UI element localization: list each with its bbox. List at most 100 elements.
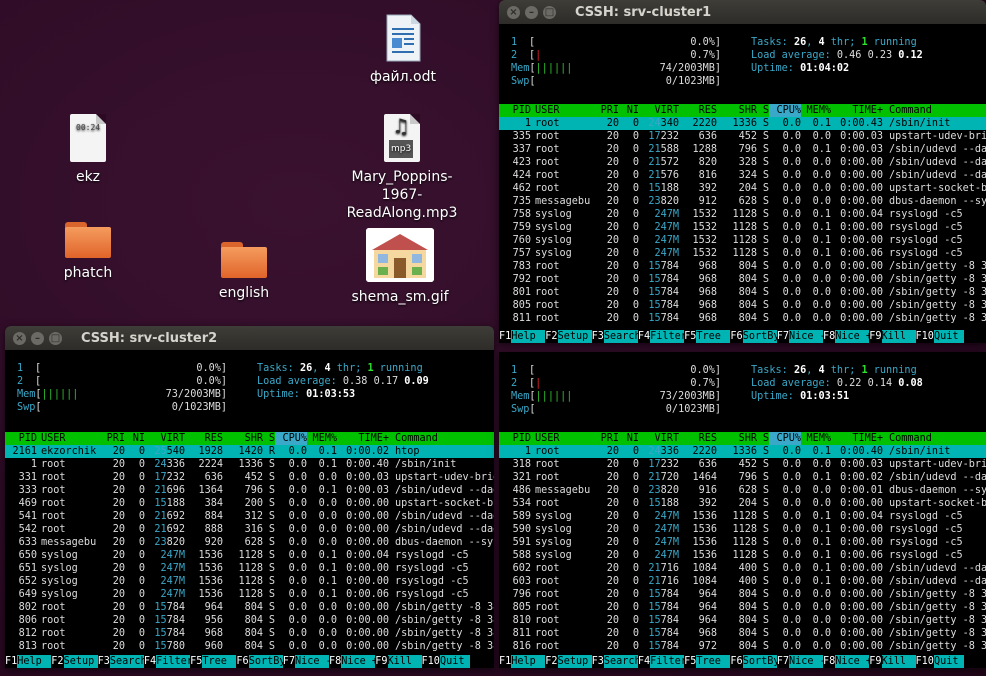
minimize-icon[interactable]: –	[31, 331, 44, 345]
fkey-label-setup[interactable]: Setup	[557, 655, 592, 668]
column-header-user[interactable]: USER	[531, 104, 595, 117]
fkey-f9[interactable]: F9	[869, 330, 881, 343]
process-row[interactable]: 333 root 20 0 21696 1364 796 S 0.0 0.1 0:00.03/sbi…	[5, 484, 494, 497]
column-header-shr[interactable]: SHR	[223, 432, 263, 445]
column-header-mem[interactable]: MEM%	[801, 432, 831, 445]
fkey-f9[interactable]: F9	[869, 655, 881, 668]
process-row[interactable]: 813 root 20 0 15780 960 804 S 0.0 0.0 0:00.00/sbin…	[5, 640, 494, 653]
fkey-label-sortby[interactable]: SortBy	[248, 655, 286, 668]
process-row[interactable]: 486 messagebu 20 0 23820 916 628 S 0.0 0.0 0:00.01…	[499, 484, 986, 497]
desktop-icon-gif[interactable]: shema_sm.gif	[345, 228, 455, 306]
fkey-f2[interactable]: F2	[545, 655, 557, 668]
fkey-label-nice[interactable]: Nice -	[788, 330, 826, 343]
column-header-user[interactable]: USER	[37, 432, 101, 445]
column-header-time[interactable]: TIME+	[831, 104, 883, 117]
column-header-s[interactable]: S	[757, 104, 769, 117]
process-row[interactable]: 423 root 20 0 21572 820 328 S 0.0 0.0 0:00.00/sbin…	[499, 156, 986, 169]
process-row[interactable]: 759 syslog 20 0 247M 1532 1128 S 0.0 0.1 0:00.00 rs…	[499, 221, 986, 234]
column-header-s[interactable]: S	[757, 432, 769, 445]
terminal-window-cluster2[interactable]: × – □ CSSH: srv-cluster2 1[0.0%] 2[0.0%] Mem[|…	[5, 326, 494, 668]
column-header-res[interactable]: RES	[679, 104, 717, 117]
fkey-label-help[interactable]: Help	[17, 655, 52, 668]
process-row[interactable]: 735 messagebu 20 0 23820 912 628 S 0.0 0.0 0:00.00…	[499, 195, 986, 208]
fkey-f3[interactable]: F3	[98, 655, 110, 668]
process-row[interactable]: 811 root 20 0 15784 968 804 S 0.0 0.0 0:00.00/sbin…	[499, 627, 986, 640]
process-row[interactable]: 811 root 20 0 15784 968 804 S 0.0 0.0 0:00.00/sbin…	[499, 312, 986, 325]
fkey-f7[interactable]: F7	[777, 655, 789, 668]
fkey-f10[interactable]: F10	[916, 655, 934, 668]
column-header-pid[interactable]: PID	[499, 432, 531, 445]
process-row[interactable]: 602 root 20 0 21716 1084 400 S 0.0 0.1 0:00.00/sbi…	[499, 562, 986, 575]
process-row[interactable]: 589 syslog 20 0 247M 1536 1128 S 0.0 0.1 0:00.04 rs…	[499, 510, 986, 523]
desktop-icon-mp3[interactable]: ♫ mp3 Mary_Poppins-1967-ReadAlong.mp3	[340, 114, 464, 222]
desktop-icon-phatch[interactable]: phatch	[33, 222, 143, 282]
fkey-label-kill[interactable]: Kill	[387, 655, 422, 668]
fkey-label-tree[interactable]: Tree	[696, 330, 731, 343]
process-table-header[interactable]: PID USER PRI NI VIRT RES SHR S CPU% MEM% TIME+ Comm…	[499, 432, 986, 445]
process-row[interactable]: 810 root 20 0 15784 964 804 S 0.0 0.0 0:00.00/sbin…	[499, 614, 986, 627]
fkey-label-filter[interactable]: Filter	[650, 330, 687, 343]
column-header-mem[interactable]: MEM%	[801, 104, 831, 117]
column-header-time[interactable]: TIME+	[831, 432, 883, 445]
fkey-label-search[interactable]: Search	[603, 330, 641, 343]
process-row[interactable]: 651 syslog 20 0 247M 1536 1128 S 0.0 0.1 0:00.00 rs…	[5, 562, 494, 575]
fkey-label-quit[interactable]: Quit	[439, 655, 470, 668]
fkey-f2[interactable]: F2	[545, 330, 557, 343]
column-header-ni[interactable]: NI	[125, 432, 145, 445]
column-header-pid[interactable]: PID	[5, 432, 37, 445]
fkey-label-nice[interactable]: Nice +	[835, 655, 872, 668]
fkey-f7[interactable]: F7	[283, 655, 295, 668]
fkey-f8[interactable]: F8	[823, 330, 835, 343]
maximize-icon[interactable]: □	[49, 331, 62, 345]
column-header-res[interactable]: RES	[185, 432, 223, 445]
column-header-cpu[interactable]: CPU%	[769, 432, 801, 445]
process-row[interactable]: 652 syslog 20 0 247M 1536 1128 S 0.0 0.1 0:00.00 rs…	[5, 575, 494, 588]
process-table-header[interactable]: PID USER PRI NI VIRT RES SHR S CPU% MEM% TIME+ Comm…	[499, 104, 986, 117]
process-row[interactable]: 1 root 20 0 24336 2224 1336 S 0.0 0.1 0:00.40/sbin…	[5, 458, 494, 471]
fkey-f8[interactable]: F8	[823, 655, 835, 668]
column-header-command[interactable]: Command	[883, 104, 986, 117]
process-row[interactable]: 603 root 20 0 21716 1084 400 S 0.0 0.1 0:00.00/sbi…	[499, 575, 986, 588]
title-bar[interactable]: × – □ CSSH: srv-cluster1	[499, 0, 986, 24]
process-row[interactable]: 758 syslog 20 0 247M 1532 1128 S 0.0 0.1 0:00.04 rs…	[499, 208, 986, 221]
column-header-ni[interactable]: NI	[619, 104, 639, 117]
column-header-ni[interactable]: NI	[619, 432, 639, 445]
process-row[interactable]: 802 root 20 0 15784 964 804 S 0.0 0.0 0:00.00/sbin…	[5, 601, 494, 614]
process-row[interactable]: 796 root 20 0 15784 964 804 S 0.0 0.0 0:00.00/sbin…	[499, 588, 986, 601]
fkey-label-quit[interactable]: Quit	[933, 655, 964, 668]
process-row[interactable]: 783 root 20 0 15784 968 804 S 0.0 0.0 0:00.00/sbin…	[499, 260, 986, 273]
fkey-label-help[interactable]: Help	[511, 330, 546, 343]
process-row[interactable]: 588 syslog 20 0 247M 1536 1128 S 0.0 0.1 0:00.06 rs…	[499, 549, 986, 562]
desktop-icon-odt[interactable]: файл.odt	[348, 14, 458, 86]
htop-screen[interactable]: 1[0.0%] 2 [| 0.7%] Mem[|||||| 74/2003MB] Swp[0…	[499, 24, 986, 343]
fkey-f5[interactable]: F5	[190, 655, 202, 668]
fkey-label-kill[interactable]: Kill	[881, 330, 916, 343]
fkey-f9[interactable]: F9	[375, 655, 387, 668]
fkey-label-filter[interactable]: Filter	[650, 655, 687, 668]
terminal-window-cluster1[interactable]: × – □ CSSH: srv-cluster1 1[0.0%] 2 [| 0.7%] Mem[…	[499, 0, 986, 343]
process-row[interactable]: 816 root 20 0 15784 972 804 S 0.0 0.0 0:00.00/sbin…	[499, 640, 986, 653]
fkey-label-setup[interactable]: Setup	[63, 655, 98, 668]
column-header-user[interactable]: USER	[531, 432, 595, 445]
fkey-label-sortby[interactable]: SortBy	[742, 330, 780, 343]
fkey-label-search[interactable]: Search	[109, 655, 147, 668]
column-header-virt[interactable]: VIRT	[639, 432, 679, 445]
column-header-s[interactable]: S	[263, 432, 275, 445]
process-row[interactable]: 335 root 20 0 17232 636 452 S 0.0 0.0 0:00.03 upsta…	[499, 130, 986, 143]
process-row[interactable]: 760 syslog 20 0 247M 1532 1128 S 0.0 0.1 0:00.00 rs…	[499, 234, 986, 247]
fkey-label-sortby[interactable]: SortBy	[742, 655, 780, 668]
column-header-pri[interactable]: PRI	[595, 432, 619, 445]
fkey-f7[interactable]: F7	[777, 330, 789, 343]
process-row[interactable]: 812 root 20 0 15784 968 804 S 0.0 0.0 0:00.00/sbin…	[5, 627, 494, 640]
process-row[interactable]: 1 root 20 0 24340 2220 1336 S 0.0 0.1 0:00.43/sbin…	[499, 117, 986, 130]
column-header-virt[interactable]: VIRT	[639, 104, 679, 117]
process-row[interactable]: 805 root 20 0 15784 964 804 S 0.0 0.0 0:00.00/sbin…	[499, 601, 986, 614]
fkey-f4[interactable]: F4	[144, 655, 156, 668]
fkey-f5[interactable]: F5	[684, 655, 696, 668]
column-header-time[interactable]: TIME+	[337, 432, 389, 445]
fkey-label-tree[interactable]: Tree	[696, 655, 731, 668]
column-header-mem[interactable]: MEM%	[307, 432, 337, 445]
process-row[interactable]: 649 syslog 20 0 247M 1536 1128 S 0.0 0.1 0:00.06 rs…	[5, 588, 494, 601]
column-header-cpu[interactable]: CPU%	[769, 104, 801, 117]
fkey-f3[interactable]: F3	[592, 330, 604, 343]
